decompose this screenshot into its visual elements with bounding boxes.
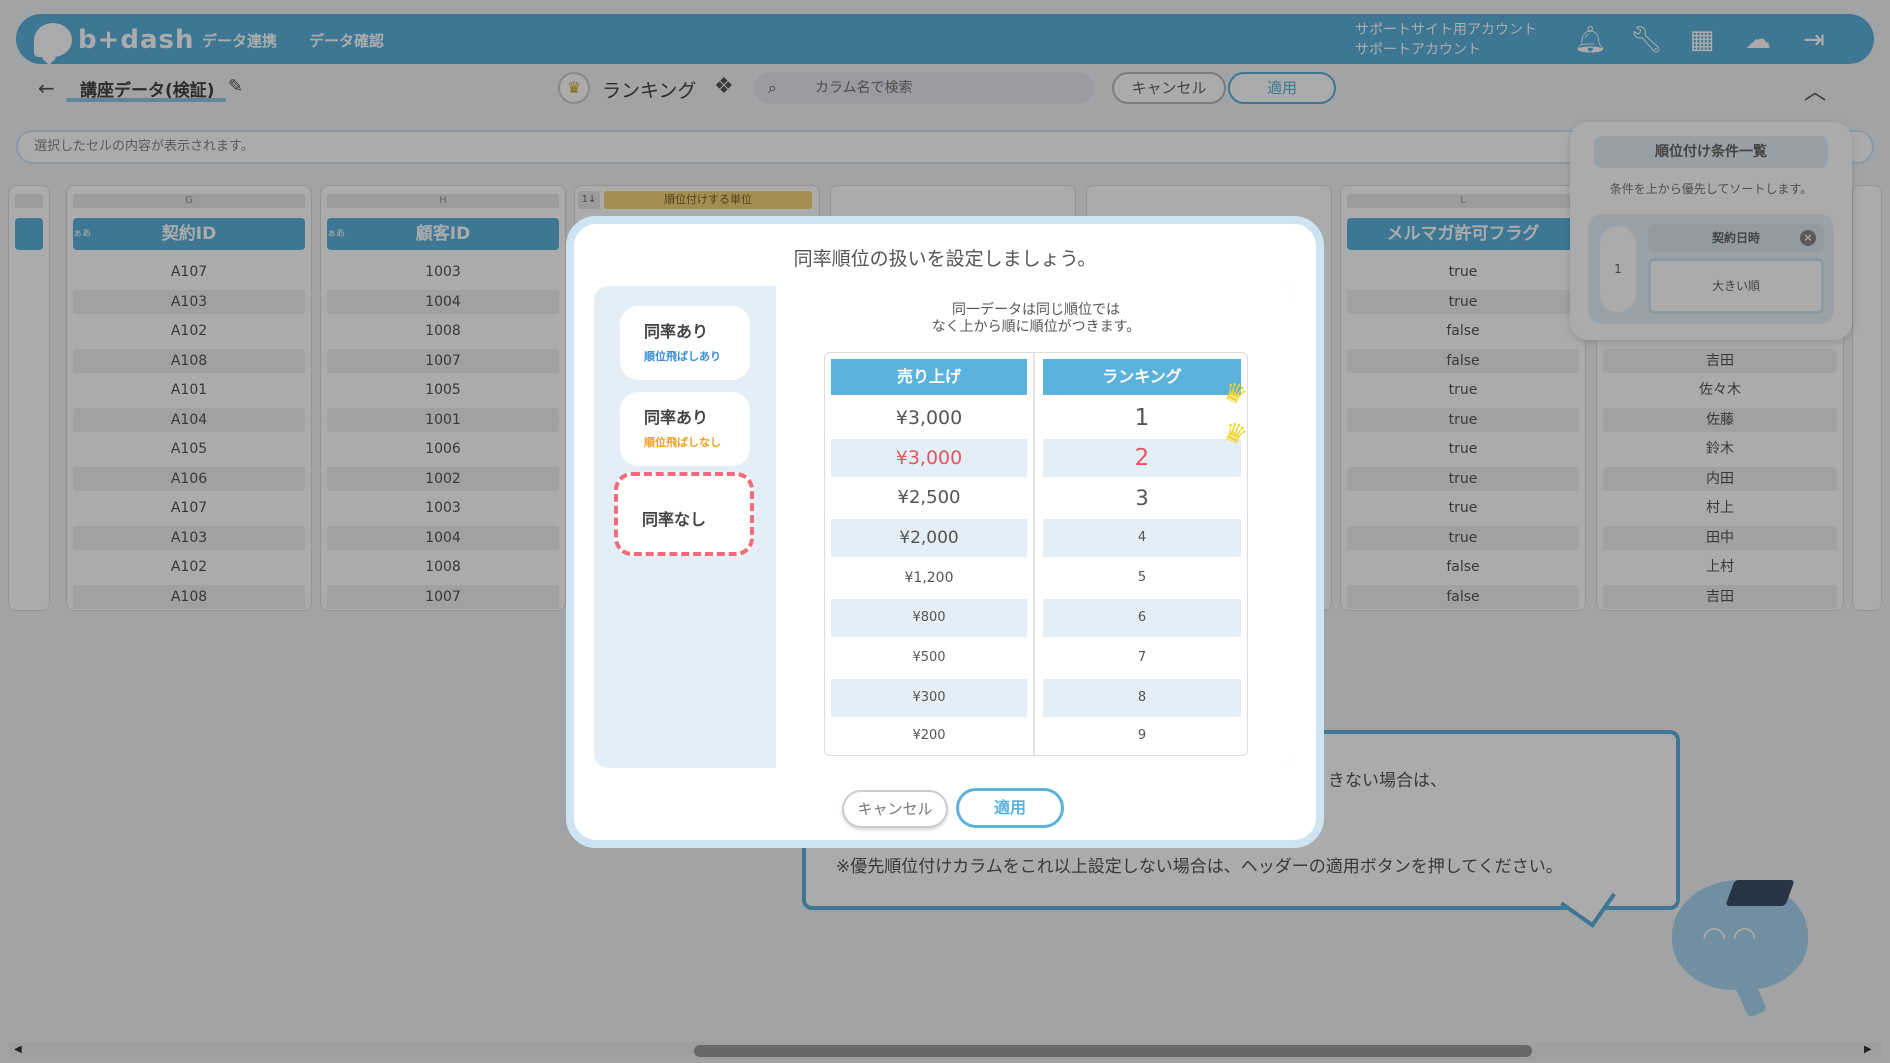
preview-cell: 7	[1137, 650, 1147, 665]
option-no-tie[interactable]: 同率なし	[614, 472, 754, 556]
preview-cell: ¥1,200	[904, 570, 954, 586]
preview-header-sales: 売り上げ	[831, 359, 1027, 395]
preview-cell: ¥3,000	[895, 407, 963, 429]
preview-column-sales: 売り上げ ¥3,000 ¥3,000 ¥2,500 ¥2,000 ¥1,200 …	[825, 353, 1035, 755]
preview-cell: ¥500	[912, 650, 946, 665]
preview-header-ranking: ランキング	[1043, 359, 1241, 395]
preview-cell: ¥800	[831, 599, 1027, 637]
preview-description-line2: なく上から順に順位がつきます。	[931, 319, 1141, 335]
preview-cell: 1	[1134, 405, 1150, 431]
option-preview-panel: 同一データは同じ順位では なく上から順に順位がつきます。 売り上げ ¥3,000…	[776, 286, 1296, 768]
preview-cell: 2	[1043, 439, 1241, 477]
option-tie-skip[interactable]: 同率あり 順位飛ばしあり	[620, 306, 750, 380]
preview-cell: 3	[1135, 486, 1149, 510]
dialog-title: 同率順位の扱いを設定しましょう。	[793, 248, 1097, 270]
tie-rank-dialog: 同率順位の扱いを設定しましょう。 同率あり 順位飛ばしあり 同率あり 順位飛ばし…	[566, 216, 1324, 848]
preview-description: 同一データは同じ順位では なく上から順に順位がつきます。	[776, 302, 1296, 336]
preview-table: 売り上げ ¥3,000 ¥3,000 ¥2,500 ¥2,000 ¥1,200 …	[824, 352, 1252, 756]
option-tie-no-skip[interactable]: 同率あり 順位飛ばしなし	[620, 392, 750, 466]
preview-cell: ¥2,500	[897, 487, 961, 508]
option-subtitle: 順位飛ばしなし	[644, 436, 721, 449]
dialog-apply-button[interactable]: 適用	[956, 788, 1064, 828]
preview-cell: 8	[1043, 679, 1241, 717]
preview-cell: ¥2,000	[831, 519, 1027, 557]
option-title: 同率なし	[642, 510, 707, 529]
dialog-cancel-button[interactable]: キャンセル	[842, 790, 948, 828]
dialog-body: 同率あり 順位飛ばしあり 同率あり 順位飛ばしなし 同率なし 同一データは同じ順…	[594, 286, 1296, 768]
preview-description-line1: 同一データは同じ順位では	[952, 302, 1120, 318]
preview-cell: 6	[1043, 599, 1241, 637]
preview-cell: ¥3,000	[831, 439, 1027, 477]
preview-cell: 4	[1043, 519, 1241, 557]
option-title: 同率あり	[644, 408, 709, 427]
preview-cell: ¥200	[912, 728, 946, 743]
preview-column-ranking: ランキング 1 2 3 4 5 6 7 8 9	[1037, 353, 1247, 755]
option-title: 同率あり	[644, 322, 709, 341]
preview-cell: 5	[1137, 570, 1147, 585]
option-subtitle: 順位飛ばしあり	[644, 350, 721, 363]
preview-cell: ¥300	[831, 679, 1027, 717]
preview-cell: 9	[1137, 728, 1147, 743]
